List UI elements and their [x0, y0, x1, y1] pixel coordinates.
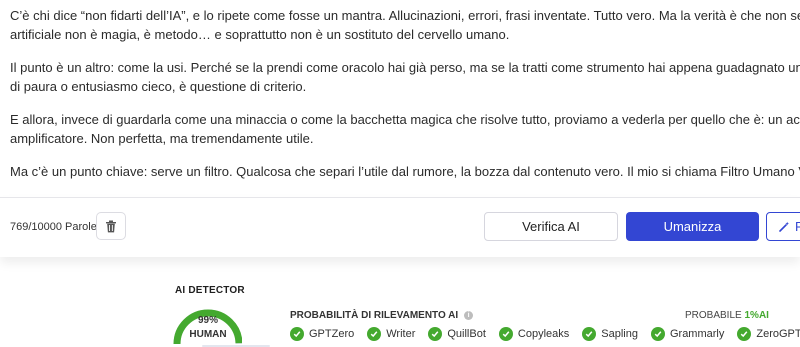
detector-title: AI DETECTOR — [175, 285, 245, 296]
check-circle-icon — [582, 327, 597, 341]
detector-item: Writer — [367, 327, 415, 341]
editor-paragraph: Il punto è un altro: come la usi. Perché… — [10, 58, 800, 96]
trash-icon — [106, 220, 116, 232]
editor-paragraph: C’è chi dice “non fidarti dell’IA”, e lo… — [10, 6, 800, 44]
check-circle-icon — [367, 327, 382, 341]
detector-name: Sapling — [601, 328, 638, 340]
magic-wand-icon — [779, 221, 789, 232]
probable-label: PROBABILE — [685, 310, 742, 321]
editor-paragraph: Ma c’è un punto chiave: serve un filtro.… — [10, 162, 800, 181]
probable-result: PROBABILE 1%AI — [685, 310, 769, 321]
check-circle-icon — [290, 327, 304, 341]
detector-list: GPTZero Writer QuillBot Copyleaks Saplin… — [290, 327, 800, 341]
probability-title: PROBABILITÀ DI RILEVAMENTO AI i — [290, 310, 474, 321]
probability-title-text: PROBABILITÀ DI RILEVAMENTO AI — [290, 310, 459, 321]
detector-item: GPTZero — [290, 327, 354, 341]
detector-name: QuillBot — [447, 328, 486, 340]
paragraph-line: C’è chi dice “non fidarti dell’IA”, e lo… — [10, 8, 800, 23]
check-circle-icon — [498, 327, 513, 341]
detector-item: QuillBot — [428, 327, 486, 341]
check-circle-icon — [650, 327, 665, 341]
detector-name: ZeroGPT — [756, 328, 800, 340]
word-count: 769/10000 Parole — [10, 221, 97, 233]
paragraph-line: amplificatore. Non perfetta, ma tremenda… — [10, 131, 314, 146]
detector-name: GPTZero — [309, 328, 355, 340]
detector-name: Copyleaks — [517, 328, 570, 340]
humanize-button[interactable]: Umanizza — [626, 212, 759, 241]
detector-name: Grammarly — [669, 328, 725, 340]
probable-value: 1%AI — [744, 310, 769, 321]
detector-item: Grammarly — [650, 327, 725, 341]
check-circle-icon — [737, 327, 752, 341]
editor-toolbar: 769/10000 Parole Verifica AI Umanizza P — [0, 197, 800, 257]
editor-paragraph: E allora, invece di guardarla come una m… — [10, 110, 800, 148]
gauge-label: HUMAN — [189, 329, 227, 340]
paragraph-line: di paura o entusiasmo cieco, è questione… — [10, 79, 307, 94]
paragraph-line: Ma c’è un punto chiave: serve un filtro.… — [10, 164, 800, 179]
detector-item: Copyleaks — [498, 327, 570, 341]
paragraph-line: E allora, invece di guardarla come una m… — [10, 112, 800, 127]
verify-ai-button[interactable]: Verifica AI — [484, 212, 618, 241]
premium-button[interactable]: P — [766, 212, 800, 241]
text-editor[interactable]: C’è chi dice “non fidarti dell’IA”, e lo… — [0, 0, 800, 197]
detector-name: Writer — [386, 328, 416, 340]
detector-item: Sapling — [582, 327, 638, 341]
gauge-percent: 99% — [197, 315, 218, 326]
info-icon[interactable]: i — [464, 311, 474, 320]
paragraph-line: artificiale non è magia, è metodo… e sop… — [10, 27, 510, 42]
premium-label: P — [795, 219, 800, 234]
paragraph-line: Il punto è un altro: come la usi. Perché… — [10, 60, 800, 75]
delete-text-button[interactable] — [96, 212, 126, 240]
check-circle-icon — [428, 327, 443, 341]
detector-item: ZeroGPT — [737, 327, 800, 341]
